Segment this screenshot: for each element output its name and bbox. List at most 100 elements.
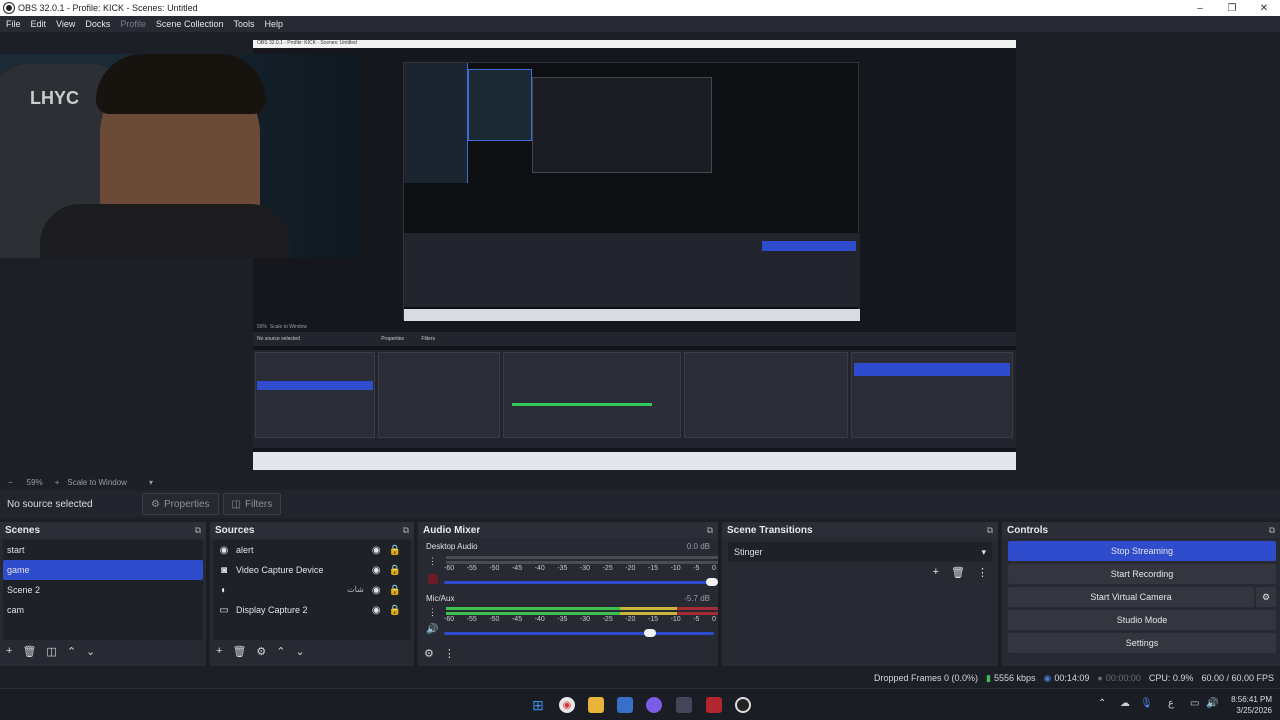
- browser-source-icon: ◉: [219, 544, 229, 556]
- float-dock-icon[interactable]: ⧉: [707, 525, 713, 536]
- clock[interactable]: 8:56:41 PM 3/25/2026: [1224, 694, 1272, 716]
- channel-db: -5.7 dB: [684, 594, 710, 603]
- speaker-icon[interactable]: 🔊: [426, 624, 438, 635]
- windows-start-icon[interactable]: ⊞: [530, 697, 546, 713]
- float-dock-icon[interactable]: ⧉: [1269, 525, 1275, 536]
- move-down-icon[interactable]: ⌄: [296, 645, 305, 658]
- eye-icon[interactable]: ◉: [372, 565, 381, 576]
- start-recording-button[interactable]: Start Recording: [1008, 564, 1276, 584]
- person-hoodie: [40, 204, 290, 258]
- source-item-alert[interactable]: ◉ alert ◉ 🔒: [213, 540, 411, 560]
- stop-streaming-button[interactable]: Stop Streaming: [1008, 541, 1276, 561]
- obs-taskbar-icon[interactable]: [735, 697, 751, 713]
- menu-help[interactable]: Help: [264, 19, 283, 29]
- add-scene-icon[interactable]: +: [6, 645, 12, 657]
- minimize-button[interactable]: –: [1184, 0, 1216, 16]
- gear-icon[interactable]: ⚙: [1256, 587, 1276, 607]
- menu-file[interactable]: File: [6, 19, 21, 29]
- zoom-in-button[interactable]: +: [55, 478, 60, 487]
- zoom-out-button[interactable]: −: [8, 478, 13, 487]
- volume-icon[interactable]: 🔊: [1206, 698, 1218, 709]
- trash-icon[interactable]: 🗑: [951, 566, 965, 579]
- move-up-icon[interactable]: ⌃: [67, 645, 76, 658]
- language-indicator[interactable]: ع: [1168, 698, 1174, 709]
- maximize-button[interactable]: ❐: [1216, 0, 1248, 16]
- preview-canvas[interactable]: OBS 32.0.1 - Profile: KICK - Scenes: Unt…: [253, 40, 1016, 470]
- eye-icon[interactable]: ◉: [372, 605, 381, 616]
- more-icon[interactable]: ⋮: [428, 607, 437, 618]
- eye-icon[interactable]: ◉: [372, 585, 381, 596]
- eye-icon[interactable]: ◉: [372, 545, 381, 556]
- scale-select[interactable]: Scale to Window: [67, 478, 127, 487]
- filter-icon[interactable]: ◫: [46, 645, 56, 658]
- audio-mixer-dock: Audio Mixer ⧉ Desktop Audio 0.0 dB ⋮ -60-…: [418, 522, 720, 666]
- filters-button[interactable]: ◫ Filters: [222, 493, 282, 515]
- recorder-icon[interactable]: [706, 697, 722, 713]
- float-dock-icon[interactable]: ⧉: [195, 525, 201, 536]
- app-icon[interactable]: [676, 697, 692, 713]
- menu-tools[interactable]: Tools: [233, 19, 254, 29]
- slider-knob[interactable]: [644, 629, 656, 637]
- trash-icon[interactable]: 🗑: [232, 645, 246, 658]
- more-icon[interactable]: ⋮: [428, 556, 437, 567]
- gear-icon[interactable]: ⚙: [424, 647, 434, 660]
- transition-select[interactable]: Stinger ▾: [728, 542, 992, 562]
- volume-slider[interactable]: [444, 629, 714, 637]
- add-source-icon[interactable]: +: [216, 645, 222, 657]
- lock-icon[interactable]: 🔒: [389, 605, 401, 616]
- window-title: OBS 32.0.1 - Profile: KICK - Scenes: Unt…: [18, 3, 198, 13]
- channel-mic-aux: Mic/Aux -5.7 dB ⋮ -60 -55 -50 -45 -40 -35 -30-…: [418, 591, 718, 644]
- nested-transitions: [684, 352, 848, 438]
- source-item-chat[interactable]: ◐ شات ◉ 🔒: [213, 580, 411, 600]
- chrome-icon[interactable]: ◉: [559, 697, 575, 713]
- chevron-down-icon[interactable]: ▾: [149, 478, 153, 487]
- cloud-icon[interactable]: ☁: [1120, 698, 1130, 709]
- source-item-video-capture[interactable]: ◙ Video Capture Device ◉ 🔒: [213, 560, 411, 580]
- scene-item-start[interactable]: start: [3, 540, 203, 560]
- gear-icon[interactable]: ⚙: [256, 645, 266, 658]
- menu-docks[interactable]: Docks: [85, 19, 110, 29]
- source-item-display-capture[interactable]: ▭ Display Capture 2 ◉ 🔒: [213, 600, 411, 620]
- trash-icon[interactable]: 🗑: [22, 645, 36, 658]
- scene-item-cam[interactable]: cam: [3, 600, 203, 620]
- properties-button[interactable]: ⚙ Properties: [142, 493, 219, 515]
- move-up-icon[interactable]: ⌃: [276, 645, 285, 658]
- settings-button[interactable]: Settings: [1008, 633, 1276, 653]
- nested-obs-thumb: [532, 77, 712, 173]
- stream-time: 00:14:09: [1054, 673, 1090, 683]
- mic-icon[interactable]: 🎙: [1140, 698, 1153, 709]
- scene-item-game[interactable]: game: [3, 560, 203, 580]
- channel-db: 0.0 dB: [686, 542, 710, 551]
- volume-slider[interactable]: [444, 578, 718, 586]
- monitor-icon[interactable]: ▭: [1190, 698, 1199, 709]
- store-icon[interactable]: [617, 697, 633, 713]
- slider-knob[interactable]: [706, 578, 718, 586]
- studio-mode-button[interactable]: Studio Mode: [1008, 610, 1276, 630]
- float-dock-icon[interactable]: ⧉: [403, 525, 409, 536]
- float-dock-icon[interactable]: ⧉: [987, 525, 993, 536]
- move-down-icon[interactable]: ⌄: [86, 645, 95, 658]
- menu-edit[interactable]: Edit: [31, 19, 47, 29]
- muted-speaker-icon[interactable]: [428, 574, 438, 584]
- close-button[interactable]: ✕: [1248, 0, 1280, 16]
- add-transition-icon[interactable]: +: [933, 566, 939, 579]
- nested-sources: [378, 352, 500, 438]
- sources-header: Sources ⧉: [210, 522, 414, 538]
- chevron-up-icon[interactable]: ⌃: [1098, 698, 1106, 709]
- start-virtual-camera-button[interactable]: Start Virtual Camera: [1008, 587, 1254, 607]
- lock-icon[interactable]: 🔒: [389, 585, 401, 596]
- scene-item-scene-2[interactable]: Scene 2: [3, 580, 203, 600]
- no-source-label: No source selected: [7, 498, 93, 510]
- unlock-icon[interactable]: 🔒: [389, 565, 401, 576]
- more-icon[interactable]: ⋮: [444, 647, 455, 660]
- filter-icon: ◫: [231, 498, 241, 510]
- menu-view[interactable]: View: [56, 19, 75, 29]
- more-icon[interactable]: ⋮: [977, 566, 988, 579]
- discord-icon[interactable]: [646, 697, 662, 713]
- menu-profile[interactable]: Profile: [120, 19, 146, 29]
- file-explorer-icon[interactable]: [588, 697, 604, 713]
- lock-icon[interactable]: 🔒: [389, 545, 401, 556]
- nested-taskbar: [253, 452, 1016, 470]
- menu-scene-collection[interactable]: Scene Collection: [156, 19, 224, 29]
- channel-name: Mic/Aux: [426, 594, 455, 603]
